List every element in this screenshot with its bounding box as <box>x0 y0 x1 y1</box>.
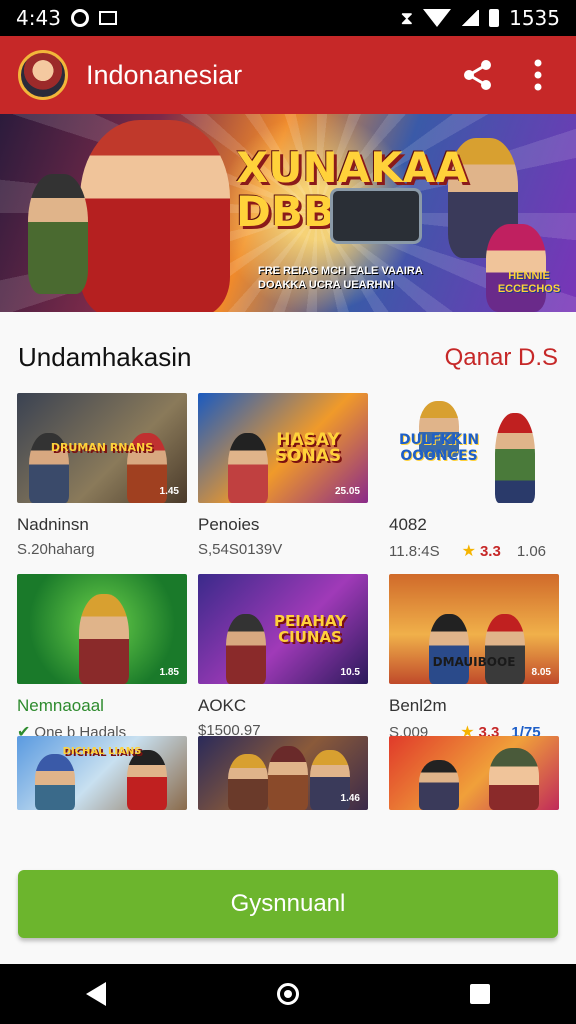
game-card[interactable]: HASAY SONAS 25.05 Penoies S,54S0139V <box>198 393 368 558</box>
game-name: AOKC <box>198 696 247 715</box>
primary-action-button[interactable]: Gysnnuanl <box>18 870 558 938</box>
section-link[interactable]: Qanar D.S <box>445 344 558 372</box>
battery-icon <box>489 9 500 27</box>
game-thumbnail[interactable]: DRUMAN RNANS 1.45 <box>17 393 187 503</box>
thumb-corner: 1.45 <box>159 486 179 497</box>
thumb-title: DULFKKIN OOONCES <box>398 432 480 464</box>
thumb-character <box>489 748 539 810</box>
game-card[interactable]: DULFKKIN OOONCES 4082 11.8:4S ★ 3.3 1.06 <box>389 393 559 561</box>
thumb-corner: 8.05 <box>531 667 551 678</box>
thumb-title: DMAUIBOOE <box>432 655 516 669</box>
status-time: 4:43 <box>16 6 61 30</box>
thumb-character <box>495 413 535 503</box>
more-vert-icon[interactable] <box>518 55 558 95</box>
game-card[interactable]: 1.85 Nemnaoaal ✔ One b Hadals <box>17 574 187 742</box>
star-icon: ★ <box>461 543 476 560</box>
thumb-character <box>419 760 459 810</box>
game-rating: 3.3 <box>479 542 501 560</box>
banner-left-character <box>28 174 88 294</box>
game-card[interactable]: DMAUIBOOE 8.05 Benl2m S.009 ★ 3.3 1/75 <box>389 574 559 742</box>
status-left: 4:43 <box>16 6 117 30</box>
game-meta: S,54S0139V <box>198 541 368 558</box>
share-icon[interactable] <box>458 55 498 95</box>
game-extra: 1.06 <box>516 542 547 560</box>
notification-icon <box>98 11 117 25</box>
hero-banner[interactable]: XUNAKAA DBB FRE REIAG MCH EALE VAAIRA DO… <box>0 114 576 312</box>
game-thumbnail[interactable]: DICHAL LIANS <box>17 736 187 810</box>
nav-bar <box>0 964 576 1024</box>
game-card[interactable] <box>389 736 559 810</box>
game-card[interactable]: DICHAL LIANS <box>17 736 187 810</box>
game-card[interactable]: DRUMAN RNANS 1.45 Nadninsn S.20haharg <box>17 393 187 558</box>
banner-tagline: FRE REIAG MCH EALE VAAIRA DOAKKA UCRA UE… <box>258 265 423 291</box>
game-thumbnail[interactable]: PEIAHAY CIUNAS 10.5 <box>198 574 368 684</box>
game-name: 4082 <box>389 515 427 534</box>
thumb-character <box>485 614 525 684</box>
app-bar: Indonanesiar <box>0 36 576 114</box>
wifi-icon <box>423 9 452 27</box>
game-name: Nemnaoaal <box>17 696 104 715</box>
game-thumbnail[interactable]: DMAUIBOOE 8.05 <box>389 574 559 684</box>
thumb-character <box>429 614 469 684</box>
avatar[interactable] <box>18 50 68 100</box>
game-name: Penoies <box>198 515 260 534</box>
game-name: Benl2m <box>389 696 447 715</box>
game-meta: S.20haharg <box>17 541 187 558</box>
thumb-character <box>228 754 268 810</box>
home-icon[interactable] <box>276 983 299 1005</box>
game-meta: 11.8:4S ★ 3.3 1.06 <box>389 541 559 561</box>
game-thumbnail[interactable]: HASAY SONAS 25.05 <box>198 393 368 503</box>
game-thumbnail[interactable] <box>389 736 559 810</box>
section-header: Undamhakasin Qanar D.S <box>18 342 558 373</box>
thumb-corner: 10.5 <box>340 667 360 678</box>
back-icon[interactable] <box>85 982 106 1006</box>
thumb-corner: 1.46 <box>340 793 360 804</box>
game-meta-text: S.20haharg <box>17 541 95 558</box>
thumb-title: PEIAHAY CIUNAS <box>273 612 347 646</box>
game-thumbnail[interactable]: 1.85 <box>17 574 187 684</box>
app-title: Indonanesiar <box>86 59 243 90</box>
thumb-character <box>35 754 75 810</box>
game-meta-text: S,54S0139V <box>198 541 283 558</box>
thumb-corner: 25.05 <box>334 486 360 497</box>
banner-badge: HENNIE ECCECHOS <box>497 270 561 295</box>
banner-girl-character <box>486 224 546 312</box>
game-card[interactable]: PEIAHAY CIUNAS 10.5 AOKC $1500.97 <box>198 574 368 739</box>
battery-level: 1535 <box>509 6 560 30</box>
status-bar: 4:43 ⧗ 1535 <box>0 0 576 36</box>
thumb-character <box>268 746 308 810</box>
thumb-corner: 1.85 <box>159 667 179 678</box>
signal-icon <box>461 10 480 26</box>
game-thumbnail[interactable]: DULFKKIN OOONCES <box>389 393 559 503</box>
game-card[interactable]: 1.46 <box>198 736 368 810</box>
banner-hero-character <box>80 120 230 312</box>
thumb-title: HASAY SONAS <box>274 430 342 466</box>
status-right: ⧗ 1535 <box>400 6 560 30</box>
banner-title-line1: XUNAKAA <box>236 143 468 192</box>
recents-icon[interactable] <box>470 984 491 1004</box>
banner-device <box>330 188 422 244</box>
game-thumbnail[interactable]: 1.46 <box>198 736 368 810</box>
thumb-character <box>79 594 129 684</box>
sync-icon <box>70 9 89 27</box>
section-title: Undamhakasin <box>18 342 192 372</box>
thumb-title: DICHAL LIANS <box>62 746 142 758</box>
content-area: Undamhakasin Qanar D.S DRUMAN RNANS 1.45… <box>0 312 576 964</box>
game-name: Nadninsn <box>17 515 89 534</box>
thumb-title: DRUMAN RNANS <box>50 441 154 454</box>
game-meta-text: 11.8:4S <box>389 542 440 560</box>
vibrate-icon: ⧗ <box>400 7 414 29</box>
